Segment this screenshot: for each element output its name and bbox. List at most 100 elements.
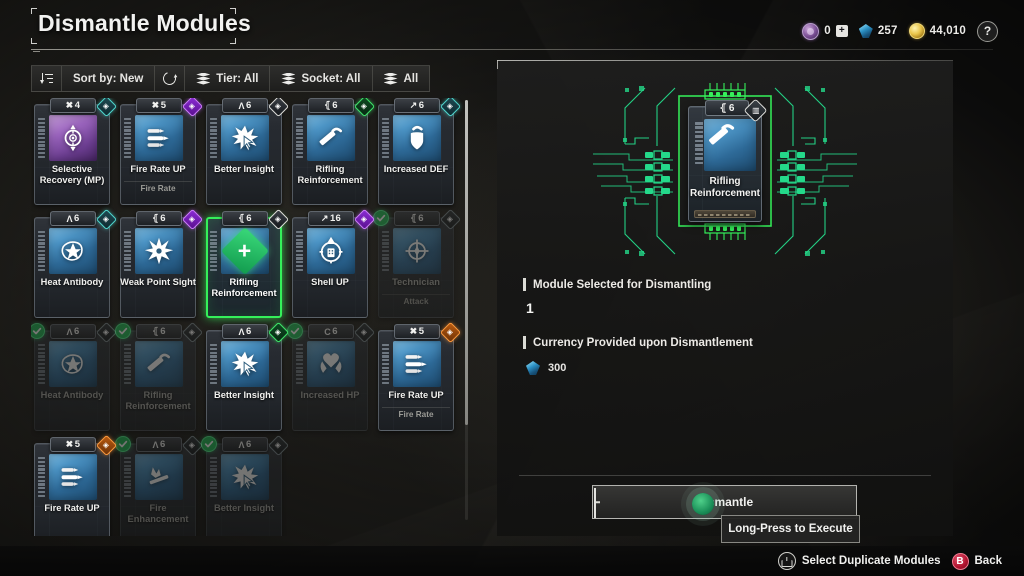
- module-card[interactable]: ✖ 4 ◈ Selective Recovery (MP): [31, 98, 118, 205]
- gem-icon: [526, 361, 540, 375]
- owned-check-badge: [287, 323, 303, 339]
- module-card[interactable]: ⦃ 6 ◈ Rifling Reinforcement: [115, 321, 204, 431]
- owned-check-badge: [201, 436, 217, 452]
- dismantle-accent-bar: [594, 488, 596, 518]
- card-led-ladder: [210, 457, 217, 497]
- grid-scrollbar-thumb[interactable]: [465, 100, 468, 425]
- grid-scrollbar-track[interactable]: [465, 100, 468, 520]
- card-led-ladder: [38, 344, 45, 384]
- card-name: Selective Recovery (MP): [39, 164, 105, 185]
- card-led-ladder: [296, 344, 303, 384]
- card-led-ladder: [124, 231, 131, 271]
- stack-icon: [281, 72, 296, 85]
- detail-corner-tick: [497, 60, 498, 69]
- page-title: Dismantle Modules: [38, 10, 251, 36]
- filter-all-label: All: [403, 72, 419, 85]
- card-tier-value: 6: [159, 439, 166, 450]
- hint-select-duplicates[interactable]: Select Duplicate Modules: [777, 552, 941, 570]
- module-card[interactable]: ✖ 5 ◈ Fire Rate UP: [31, 434, 118, 536]
- module-card[interactable]: Λ 6 ◈ Better Insight: [203, 98, 290, 205]
- module-grid: ✖ 4 ◈ Selective Recovery (MP) ✖ 5 ◈ Fire Rate U…: [31, 98, 471, 536]
- card-art: [221, 115, 269, 161]
- header-divider: [31, 49, 993, 50]
- module-card[interactable]: ⦃ 6 ◈ Rifling Reinforcement: [289, 98, 376, 205]
- card-tier-glyph: ✖: [409, 326, 418, 336]
- card-tier-glyph: ↗: [409, 100, 418, 110]
- refresh-button[interactable]: [154, 65, 185, 92]
- card-tier-plate: ⦃ 6: [308, 98, 354, 113]
- button-hints: Select Duplicate Modules B Back: [777, 552, 1002, 570]
- module-card[interactable]: C 6 ◈ Increased HP: [287, 321, 376, 431]
- module-card[interactable]: ⦃ 6 ◈ Technician Attack: [373, 208, 462, 318]
- card-name: Better Insight: [214, 164, 274, 174]
- circuit-preview: ⦃ 6 ▥ Rifling Reinforcement: [497, 66, 953, 276]
- module-grid-viewport[interactable]: ✖ 4 ◈ Selective Recovery (MP) ✖ 5 ◈ Fire Rate U…: [31, 98, 471, 536]
- sort-descending-icon: [40, 72, 53, 85]
- preview-tier-plate: ⦃ 6: [705, 100, 749, 116]
- card-name: Fire Rate UP: [130, 164, 186, 174]
- hint-select-label: Select Duplicate Modules: [801, 555, 941, 567]
- filter-socket-label: Socket: All: [301, 72, 361, 85]
- card-tier-glyph: ↗: [320, 213, 329, 223]
- card-tier-value: 6: [73, 326, 80, 337]
- currency-gem: 257: [858, 24, 898, 38]
- card-art: [307, 115, 355, 161]
- card-tier-plate: Λ6: [136, 437, 182, 452]
- card-tier-value: 6: [246, 213, 252, 224]
- card-art: [221, 454, 269, 500]
- module-card[interactable]: ↗ 6 ◈ Increased DEF: [375, 98, 462, 205]
- gold-value: 44,010: [929, 25, 966, 37]
- module-card[interactable]: Λ 6 ◈ Better Insight: [203, 321, 290, 431]
- dismantle-button[interactable]: Dismantle: [592, 485, 857, 519]
- left-stick-icon: [777, 552, 796, 570]
- card-name: Increased DEF: [383, 164, 449, 174]
- card-tier-glyph: Λ: [152, 439, 158, 450]
- card-art: [135, 341, 183, 387]
- preview-tier-value: 6: [728, 102, 735, 114]
- module-card[interactable]: Λ 6 ◈ Heat Antibody: [31, 321, 118, 431]
- module-card[interactable]: + ⦃ 6 ◈ Rifling Reinforcement: [203, 208, 290, 318]
- card-art: [393, 228, 441, 274]
- filter-all-button[interactable]: All: [371, 65, 431, 92]
- longpress-tooltip: Long-Press to Execute: [721, 515, 860, 543]
- card-tier-glyph: Λ: [66, 213, 72, 224]
- currency-value-row: 300: [526, 361, 566, 375]
- card-name: Heat Antibody: [40, 390, 104, 400]
- currency-amplifier: 0 +: [802, 22, 848, 40]
- card-subtype: Fire Rate: [124, 181, 192, 193]
- amp-add-button[interactable]: +: [835, 25, 848, 37]
- card-tier-value: 5: [74, 439, 81, 450]
- b-button-icon: B: [951, 552, 969, 570]
- card-led-ladder: [210, 231, 217, 271]
- title-corner-tr: [230, 8, 236, 14]
- currency-label-row: Currency Provided upon Dismantlement: [523, 336, 753, 349]
- card-art: [49, 341, 97, 387]
- sort-direction-button[interactable]: [31, 65, 61, 92]
- module-card[interactable]: ↗ 16 ◈ Shell UP: [289, 208, 376, 318]
- card-subtype: Attack: [382, 294, 450, 306]
- stack-icon: [196, 72, 211, 85]
- module-card[interactable]: Λ 6 ◈ Heat Antibody: [31, 208, 118, 318]
- filter-toolbar: Sort by: New Tier: All Socket: All All: [31, 65, 431, 92]
- filter-socket-button[interactable]: Socket: All: [269, 65, 372, 92]
- card-tier-value: 6: [245, 326, 252, 337]
- card-tier-value: 6: [418, 213, 424, 224]
- gold-coin-icon: [908, 23, 925, 39]
- card-tier-value: 6: [245, 439, 252, 450]
- help-button[interactable]: ?: [977, 20, 998, 42]
- bottom-bar: Select Duplicate Modules B Back: [0, 546, 1024, 576]
- selected-count: 1: [526, 300, 535, 316]
- card-tier-plate: Λ6: [50, 324, 96, 339]
- module-card[interactable]: Λ 6 ◈ Better Insight: [201, 434, 290, 536]
- filter-tier-button[interactable]: Tier: All: [184, 65, 270, 92]
- module-card[interactable]: Λ 6 ◈ Fire Enhancement: [115, 434, 204, 536]
- currency-tray: 0 + 257 44,010 ?: [802, 20, 998, 42]
- hint-back[interactable]: B Back: [951, 552, 1002, 570]
- module-card[interactable]: ✖ 5 ◈ Fire Rate UP Fire Rate: [117, 98, 204, 205]
- header-divider-tick: [33, 51, 40, 52]
- sort-by-button[interactable]: Sort by: New: [61, 65, 155, 92]
- card-tier-plate: ⦃ 6: [136, 211, 182, 226]
- module-card[interactable]: ✖ 5 ◈ Fire Rate UP Fire Rate: [375, 321, 462, 431]
- module-card[interactable]: ⦃ 6 ◈ Weak Point Sight: [117, 208, 204, 318]
- card-tier-glyph: C: [324, 326, 331, 337]
